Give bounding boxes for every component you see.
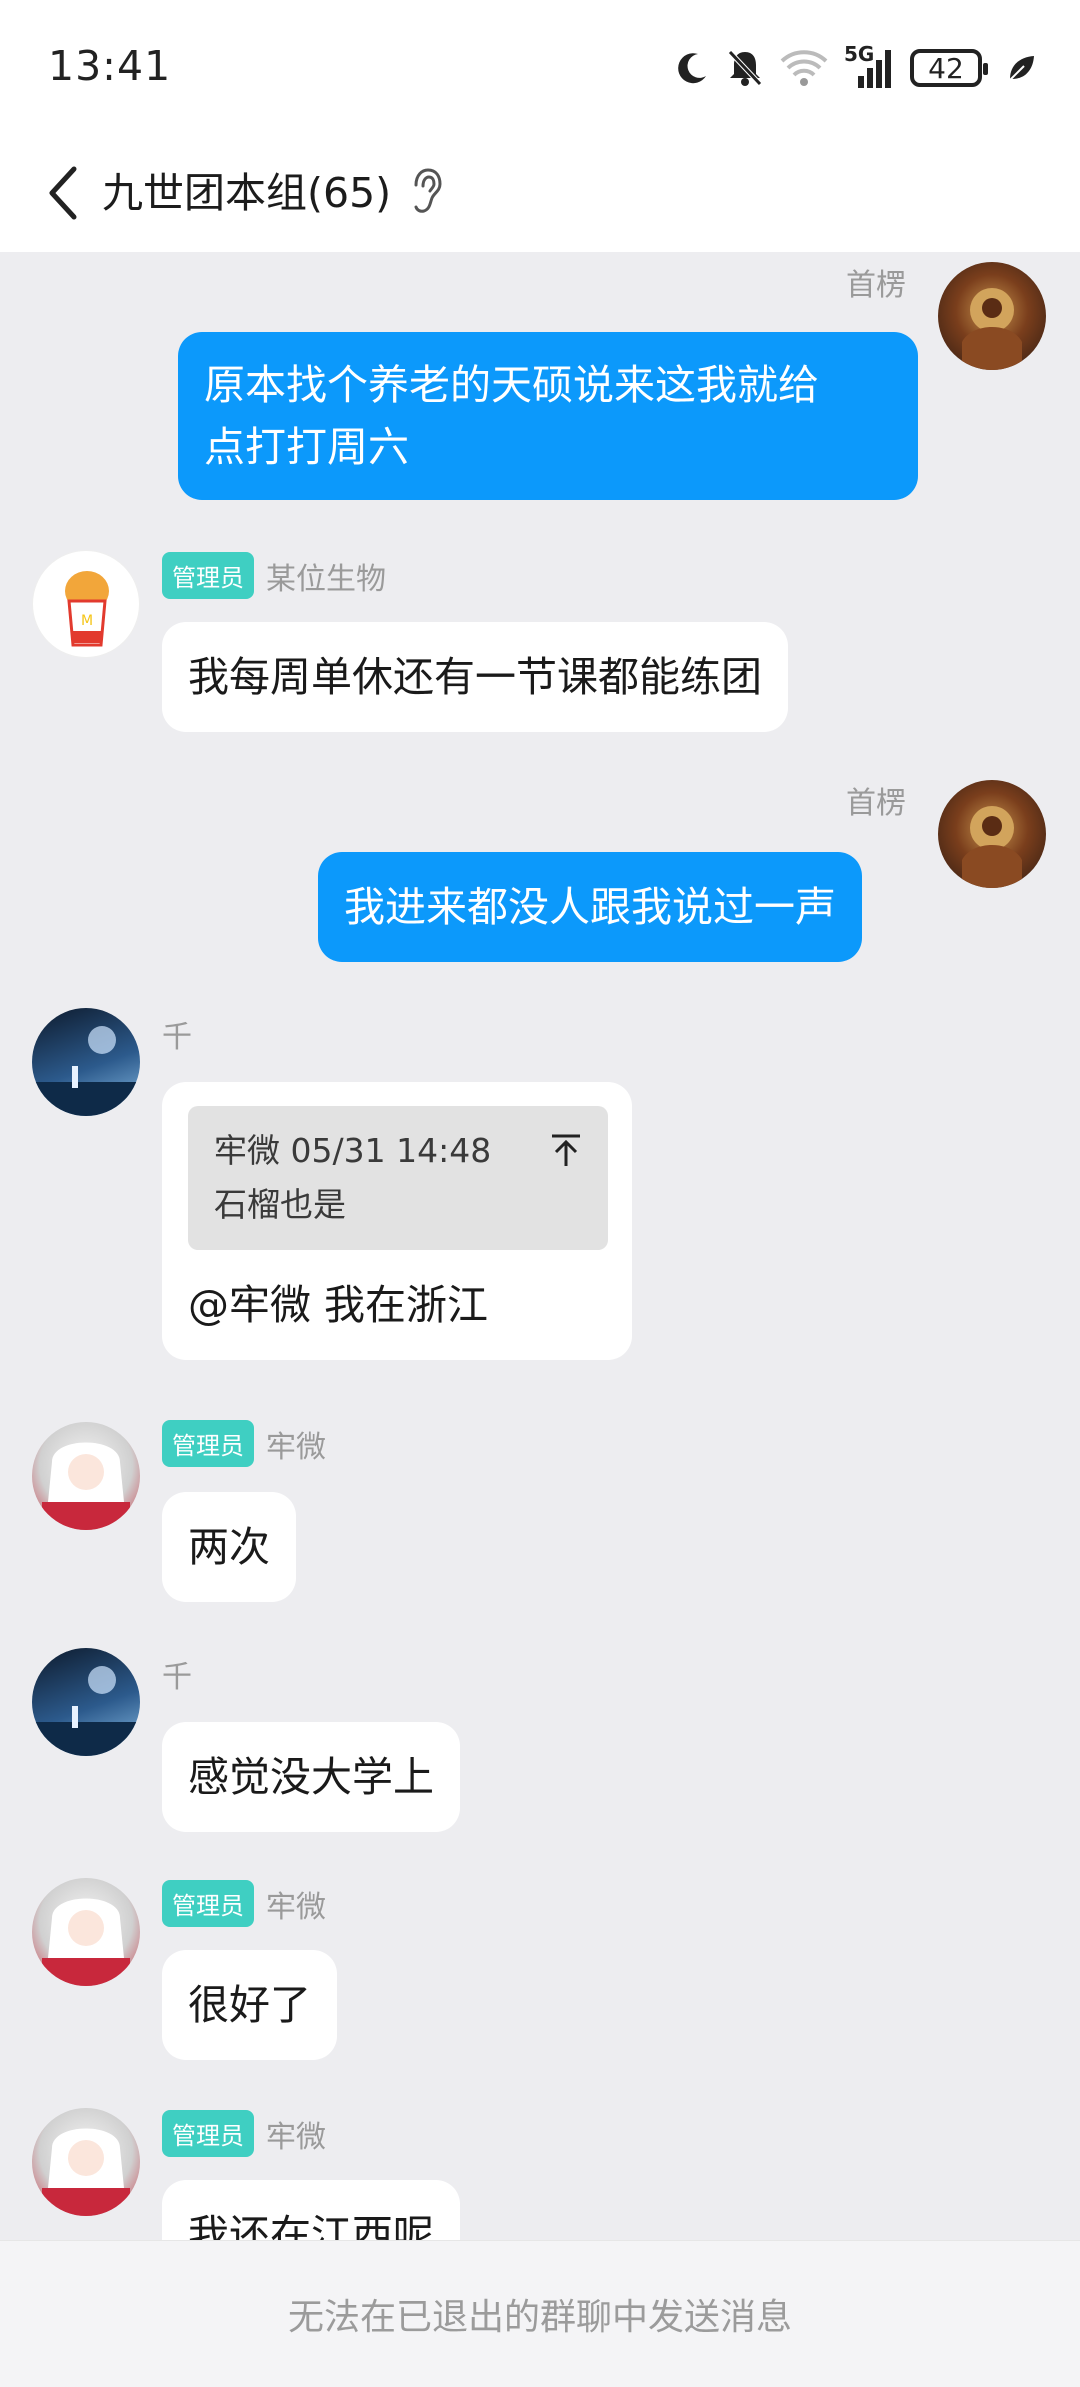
message-bubble[interactable]: 感觉没大学上 <box>162 1722 460 1832</box>
sender-name: 牢微 <box>266 2119 326 2155</box>
sender-name: 千 <box>162 1020 192 1055</box>
sender-line: 千 <box>162 1652 192 1696</box>
quote-time: 05/31 14:48 <box>290 1131 492 1170</box>
message-bubble[interactable]: 我每周单休还有一节课都能练团 <box>162 622 788 732</box>
avatar[interactable] <box>938 262 1046 370</box>
sender-line: 管理员 牢微 <box>162 1880 326 1927</box>
battery-icon: 42 <box>910 49 988 87</box>
anime-avatar-icon <box>42 1898 130 1986</box>
moon-icon <box>678 53 706 84</box>
message-text: 感觉没大学上 <box>188 1753 434 1801</box>
bell-muted-icon <box>728 50 762 86</box>
group-title[interactable]: 九世团本组(65) <box>102 159 391 227</box>
message-text: 我进来都没人跟我说过一声 <box>344 883 836 931</box>
sender-line: 管理员 牢微 <box>162 2110 326 2157</box>
avatar[interactable] <box>938 780 1046 888</box>
avatar[interactable] <box>32 1878 140 1986</box>
svg-text:M: M <box>81 613 93 629</box>
input-disabled-notice: 无法在已退出的群聊中发送消息 <box>0 2240 1080 2387</box>
sender-name: 首楞 <box>846 786 906 821</box>
signal-icon: 5G <box>844 42 894 90</box>
jump-to-top-icon[interactable] <box>546 1130 586 1170</box>
message-text-line: 原本找个养老的天硕说来这我就给 <box>204 361 819 409</box>
fries-avatar-icon: M <box>65 571 109 647</box>
message-text-line: 点打打周六 <box>204 423 409 471</box>
battery-level: 42 <box>928 51 964 85</box>
admin-badge: 管理员 <box>162 552 254 599</box>
avatar[interactable]: M <box>32 550 140 658</box>
sender-line: 千 <box>162 1012 192 1056</box>
avatar[interactable] <box>32 1422 140 1530</box>
sender-name: 牢微 <box>266 1889 326 1925</box>
message-text: 两次 <box>188 1523 270 1571</box>
back-button[interactable] <box>32 155 92 231</box>
status-icons: 5G 42 <box>674 42 1036 92</box>
chevron-left-icon <box>49 166 77 220</box>
message-bubble[interactable]: 我还在江西呢 <box>162 2180 460 2240</box>
leaf-icon <box>1009 56 1034 81</box>
message-bubble[interactable]: 牢微 05/31 14:48 石榴也是 @牢微 我在浙江 <box>162 1082 632 1360</box>
quote-header: 牢微 05/31 14:48 <box>214 1124 582 1178</box>
warrior-avatar-icon <box>962 806 1022 888</box>
notice-text: 无法在已退出的群聊中发送消息 <box>287 2297 792 2338</box>
message-text: 很好了 <box>188 1981 311 2029</box>
message-text: @牢微 我在浙江 <box>188 1281 489 1329</box>
message-bubble[interactable]: 很好了 <box>162 1950 337 2060</box>
quoted-message[interactable]: 牢微 05/31 14:48 石榴也是 <box>188 1106 608 1250</box>
avatar[interactable] <box>32 1648 140 1756</box>
ear-icon[interactable] <box>406 165 446 221</box>
sender-name: 牢微 <box>266 1429 326 1465</box>
sender-line: 管理员 某位生物 <box>162 552 386 599</box>
status-bar: 13:41 5G 42 <box>0 0 1080 135</box>
quote-text: 石榴也是 <box>214 1185 346 1224</box>
message-list[interactable]: 首楞 原本找个养老的天硕说来这我就给 点打打周六 M 管理员 某位生物 我每周单… <box>0 252 1080 2240</box>
message-bubble[interactable]: 原本找个养老的天硕说来这我就给 点打打周六 <box>178 332 918 500</box>
night-scene-avatar-icon <box>32 1666 140 1756</box>
night-scene-avatar-icon <box>32 1026 140 1116</box>
avatar[interactable] <box>32 2108 140 2216</box>
anime-avatar-icon <box>42 1442 130 1530</box>
message-text: 我还在江西呢 <box>188 2211 434 2240</box>
admin-badge: 管理员 <box>162 1880 254 1927</box>
sender-name: 首楞 <box>846 268 906 303</box>
admin-badge: 管理员 <box>162 1420 254 1467</box>
sender-name: 某位生物 <box>266 561 386 597</box>
message-bubble[interactable]: 我进来都没人跟我说过一声 <box>318 852 862 962</box>
anime-avatar-icon <box>42 2128 130 2216</box>
message-bubble[interactable]: 两次 <box>162 1492 296 1602</box>
sender-line: 管理员 牢微 <box>162 1420 326 1467</box>
status-time: 13:41 <box>48 42 172 90</box>
quote-author: 牢微 <box>214 1131 280 1170</box>
avatar[interactable] <box>32 1008 140 1116</box>
wifi-icon <box>780 50 828 86</box>
admin-badge: 管理员 <box>162 2110 254 2157</box>
sender-name: 千 <box>162 1660 192 1695</box>
warrior-avatar-icon <box>962 288 1022 370</box>
chat-header: 九世团本组(65) <box>0 135 1080 252</box>
message-text: 我每周单休还有一节课都能练团 <box>188 653 762 701</box>
